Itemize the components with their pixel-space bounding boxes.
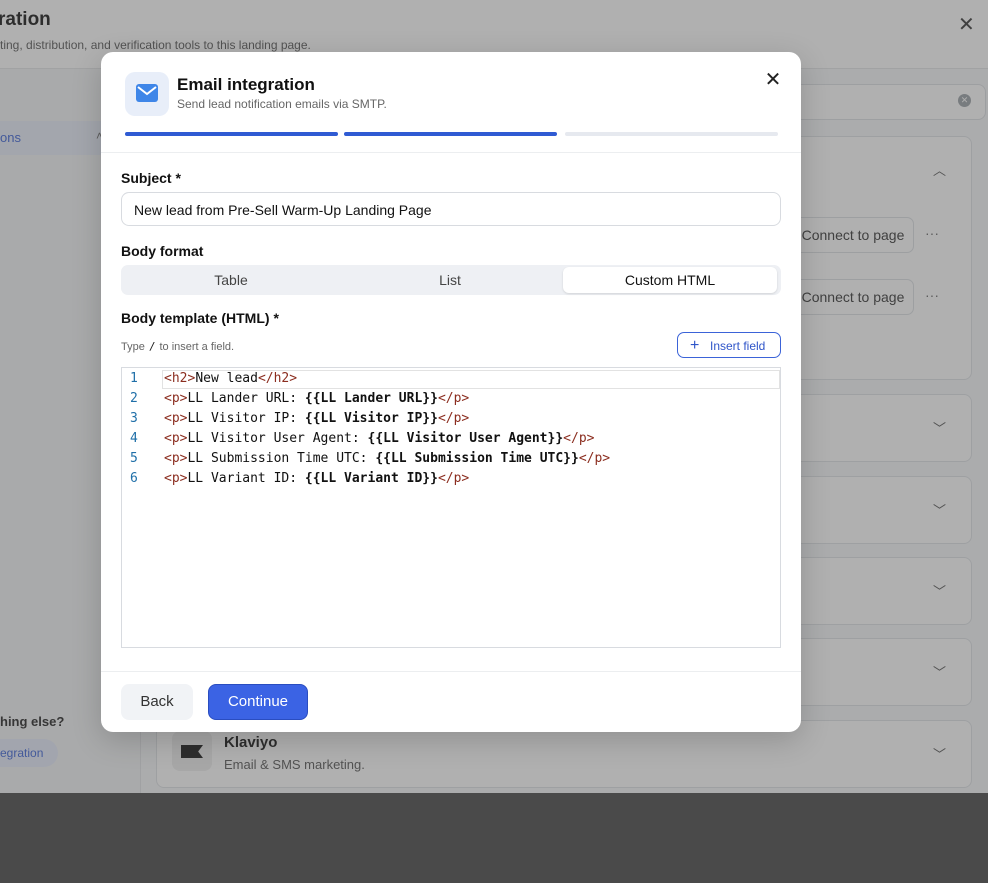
code-var: {{LL Variant ID}} [304,471,438,486]
email-integration-modal: Email integration Send lead notification… [101,52,801,732]
code-tag-close: </p> [437,471,470,486]
body-format-segmented-control: Table List Custom HTML [121,265,781,295]
code-var: {{LL Lander URL}} [304,391,438,406]
body-template-label: Body template (HTML) * [121,310,279,326]
code-tag-open: <p> [164,471,188,486]
code-text: LL Visitor User Agent: [187,431,368,446]
modal-title: Email integration [177,75,315,94]
footer-divider [101,671,801,672]
line-number: 4 [130,431,138,446]
header-divider [101,152,801,153]
insert-field-label: Insert field [710,339,766,353]
code-content: <p>LL Visitor User Agent: {{LL Visitor U… [164,429,594,449]
code-tag-open: <p> [164,451,188,466]
envelope-icon-graphic [136,84,158,102]
code-content: <p>LL Submission Time UTC: {{LL Submissi… [164,449,610,469]
code-var: {{LL Visitor IP}} [304,411,438,426]
line-number: 5 [130,451,138,466]
bottom-bar [0,793,988,883]
line-number: 3 [130,411,138,426]
code-tag-open: <h2> [164,371,196,386]
plus-icon: + [690,337,700,354]
code-content: <h2>New lead</h2> [164,369,297,389]
insert-field-button[interactable]: + Insert field [677,332,781,358]
code-content: <p>LL Lander URL: {{LL Lander URL}}</p> [164,389,469,409]
body-format-label: Body format [121,243,204,259]
code-tag-close: </p> [437,391,470,406]
code-text: LL Submission Time UTC: [187,451,376,466]
subject-label: Subject * [121,170,181,186]
envelope-icon [125,72,169,116]
code-content: <p>LL Visitor IP: {{LL Visitor IP}}</p> [164,409,469,429]
code-var: {{LL Submission Time UTC}} [375,451,579,466]
line-number: 1 [130,371,138,386]
code-text: LL Variant ID: [187,471,305,486]
hint-key: / [148,340,156,353]
close-icon[interactable]: ✕ [761,68,785,92]
code-tag-open: <p> [164,391,188,406]
continue-button[interactable]: Continue [208,684,308,720]
code-tag-close: </p> [563,431,595,446]
code-tag-open: <p> [164,411,188,426]
code-tag-close: </p> [437,411,470,426]
step-2-indicator [344,132,557,136]
code-tag-close: </p> [578,451,611,466]
modal-subtitle: Send lead notification emails via SMTP. [177,97,387,111]
line-number: 2 [130,391,138,406]
code-content: <p>LL Variant ID: {{LL Variant ID}}</p> [164,469,469,489]
hint-prefix: Type [121,341,145,353]
step-1-indicator [125,132,338,136]
code-tag-open: <p> [164,431,188,446]
code-text: LL Lander URL: [187,391,305,406]
back-button[interactable]: Back [121,684,193,720]
body-format-option-custom-html[interactable]: Custom HTML [563,267,777,293]
insert-hint: Type / to insert a field. [121,340,234,353]
line-number: 6 [130,471,138,486]
code-tag-close: </h2> [257,371,298,386]
body-format-option-table[interactable]: Table [123,267,339,293]
code-text: New lead [195,371,258,386]
subject-input[interactable]: New lead from Pre-Sell Warm-Up Landing P… [121,192,781,226]
code-var: {{LL Visitor User Agent}} [367,431,564,446]
hint-suffix: to insert a field. [159,341,235,353]
html-code-editor[interactable]: 1 <h2>New lead</h2> 2 <p>LL Lander URL: {{L… [121,367,781,648]
body-format-option-list[interactable]: List [342,267,558,293]
code-text: LL Visitor IP: [187,411,305,426]
step-3-indicator [565,132,778,136]
